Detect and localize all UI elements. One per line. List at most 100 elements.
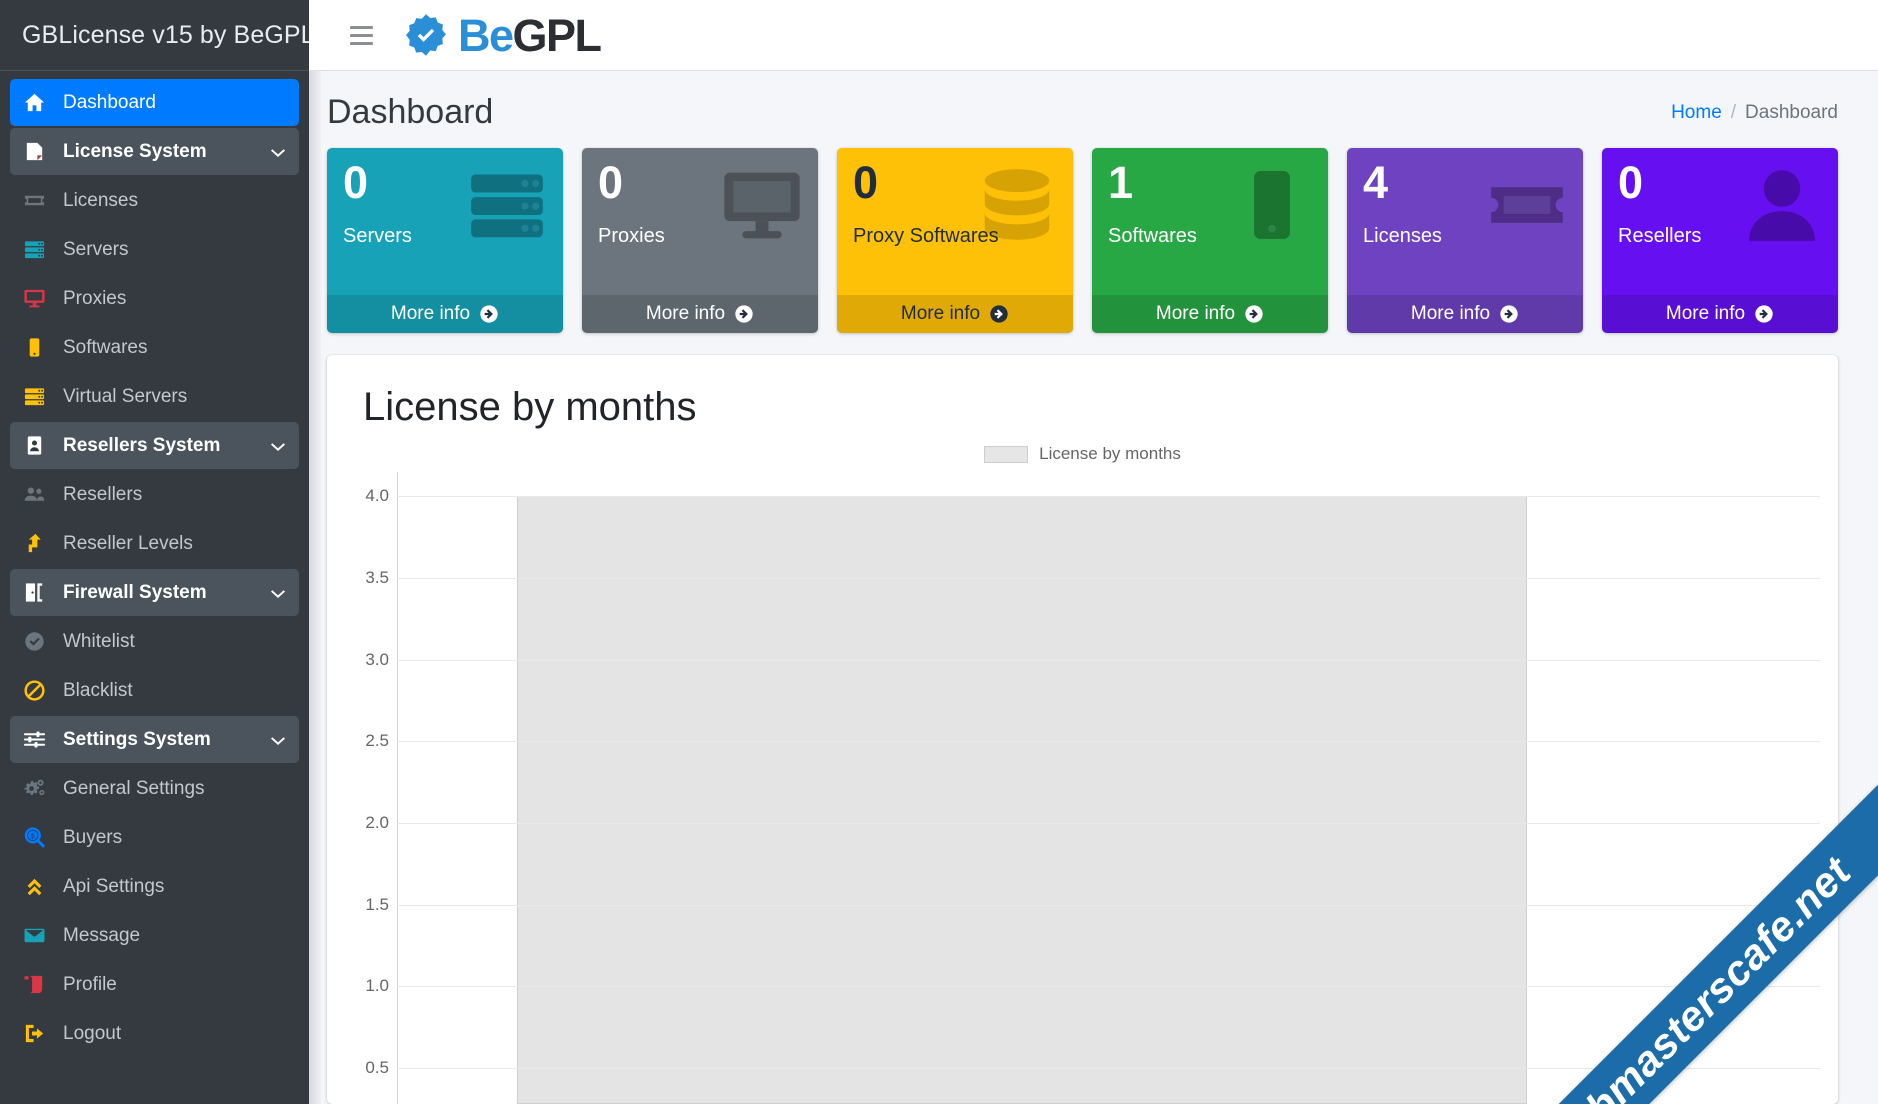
chevron-down-icon[interactable]: [270, 144, 286, 160]
id-card-icon: [23, 434, 54, 458]
sidebar-item-resellers-system[interactable]: Resellers System: [10, 422, 299, 469]
angle-double-up-icon: [23, 875, 54, 899]
sidebar-item-buyers[interactable]: $ Buyers: [10, 814, 299, 861]
sidebar-item-servers[interactable]: Servers: [10, 226, 299, 273]
stat-card-more-info-button[interactable]: More info: [582, 295, 818, 333]
more-info-label: More info: [1665, 303, 1746, 324]
stat-cards: 0 Servers More info 0 Proxies More info 0 Proxy…: [309, 142, 1878, 333]
sidebar-item-licenses[interactable]: Licenses: [10, 177, 299, 224]
chart-panel: License by months License by months 4.0 3…: [327, 355, 1838, 1104]
sidebar-item-whitelist[interactable]: Whitelist: [10, 618, 299, 665]
stat-card-caption: Servers: [343, 225, 412, 247]
arrow-circle-right-icon: [1244, 304, 1264, 324]
breadcrumb-current: Dashboard: [1745, 101, 1838, 123]
sidebar-item-logout[interactable]: Logout: [10, 1010, 299, 1057]
sidebar-item-license-system[interactable]: License System: [10, 128, 299, 175]
svg-text:$: $: [31, 832, 35, 840]
arrow-circle-right-icon: [479, 304, 499, 324]
stat-card-resellers[interactable]: 0 Resellers More info: [1602, 148, 1838, 333]
ban-icon: [23, 679, 54, 703]
desktop-icon: [23, 287, 54, 311]
stat-card-proxies[interactable]: 0 Proxies More info: [582, 148, 818, 333]
sign-out-icon: [23, 1022, 54, 1046]
stat-card-servers[interactable]: 0 Servers More info: [327, 148, 563, 333]
sidebar-item-label: Proxies: [63, 287, 127, 309]
chart-area: License by months 4.0 3.5 3.0 2.5 2.0 1.5 1.0 0…: [327, 444, 1838, 1104]
sidebar-item-label: Api Settings: [63, 875, 165, 897]
breadcrumb: Home / Dashboard: [1671, 102, 1838, 124]
stat-card-more-info-button[interactable]: More info: [1347, 295, 1583, 333]
chart-y-tick-label: 4.0: [365, 486, 389, 506]
chart-y-tick-label: 2.0: [365, 813, 389, 833]
stat-card-caption: Proxy Softwares: [853, 225, 999, 247]
chart-gridline: [397, 496, 1820, 498]
sidebar-item-reseller-levels[interactable]: Reseller Levels: [10, 520, 299, 567]
chart-gridline: [397, 1068, 1820, 1070]
sidebar-item-dashboard[interactable]: Dashboard: [10, 79, 299, 126]
sidebar-item-api-settings[interactable]: Api Settings: [10, 863, 299, 910]
sidebar-item-label: Reseller Levels: [63, 532, 193, 554]
sliders-icon: [23, 728, 54, 752]
sidebar-item-label: General Settings: [63, 777, 205, 799]
content-scrollbar[interactable]: [309, 71, 321, 1104]
sidebar-item-softwares[interactable]: Softwares: [10, 324, 299, 371]
chart-bar[interactable]: [517, 496, 1527, 1104]
chart-legend[interactable]: License by months: [327, 444, 1838, 464]
stat-card-body: 0 Servers: [327, 148, 563, 295]
arrow-circle-right-icon: [1499, 304, 1519, 324]
logo-text-gpl: GPL: [512, 9, 603, 61]
stat-card-proxy-softwares[interactable]: 0 Proxy Softwares More info: [837, 148, 1073, 333]
chevron-down-icon[interactable]: [270, 438, 286, 454]
sidebar-item-label: Blacklist: [63, 679, 133, 701]
chart-y-tick-label: 3.0: [365, 649, 389, 669]
mobile-icon: [23, 336, 54, 360]
stat-card-body: 1 Softwares: [1092, 148, 1328, 295]
sidebar-item-message[interactable]: Message: [10, 912, 299, 959]
sidebar-item-firewall-system[interactable]: Firewall System: [10, 569, 299, 616]
stat-card-softwares[interactable]: 1 Softwares More info: [1092, 148, 1328, 333]
stat-card-more-info-button[interactable]: More info: [837, 295, 1073, 333]
more-info-label: More info: [1155, 303, 1236, 324]
sidebar-item-profile[interactable]: Profile: [10, 961, 299, 1008]
firewall-icon: [23, 581, 54, 605]
sidebar-item-resellers[interactable]: Resellers: [10, 471, 299, 518]
more-info-label: More info: [645, 303, 726, 324]
stat-card-body: 4 Licenses: [1347, 148, 1583, 295]
file-icon: [23, 140, 54, 164]
stat-card-body: 0 Proxy Softwares: [837, 148, 1073, 295]
chart-gridline: [397, 741, 1820, 743]
sidebar-item-label: Profile: [63, 973, 117, 995]
sidebar-item-blacklist[interactable]: Blacklist: [10, 667, 299, 714]
sidebar-item-label: Softwares: [63, 336, 148, 358]
sidebar-item-settings-system[interactable]: Settings System: [10, 716, 299, 763]
stat-card-more-info-button[interactable]: More info: [1602, 295, 1838, 333]
sidebar-item-general-settings[interactable]: General Settings: [10, 765, 299, 812]
stat-card-licenses[interactable]: 4 Licenses More info: [1347, 148, 1583, 333]
stat-card-caption: Softwares: [1108, 225, 1197, 247]
sidebar-brand[interactable]: GBLicense v15 by BeGPL: [0, 0, 309, 71]
scroll-icon: [23, 973, 54, 997]
more-info-label: More info: [1410, 303, 1491, 324]
begpl-logo[interactable]: BeGPL: [403, 9, 603, 61]
sidebar-item-label: Virtual Servers: [63, 385, 188, 407]
chart-gridline: [397, 904, 1820, 906]
sidebar-item-label: Whitelist: [63, 630, 135, 652]
virtual-server-icon: [23, 385, 54, 409]
breadcrumb-home[interactable]: Home: [1671, 102, 1722, 124]
sidebar-item-virtual-servers[interactable]: Virtual Servers: [10, 373, 299, 420]
chart-y-tick-label: 0.5: [365, 1058, 389, 1078]
chart-y-tick-label: 3.5: [365, 568, 389, 588]
chart-legend-swatch: [984, 445, 1029, 463]
envelope-icon: [23, 924, 54, 948]
stat-card-more-info-button[interactable]: More info: [1092, 295, 1328, 333]
chevron-down-icon[interactable]: [270, 732, 286, 748]
bars-icon[interactable]: [341, 15, 381, 55]
logo-text: BeGPL: [458, 9, 603, 61]
content-header: Dashboard Home / Dashboard: [309, 71, 1878, 142]
sidebar-item-label: Resellers System: [63, 434, 221, 456]
sidebar-item-proxies[interactable]: Proxies: [10, 275, 299, 322]
sidebar-item-label: Firewall System: [63, 581, 207, 603]
chart-gridline: [397, 986, 1820, 988]
chevron-down-icon[interactable]: [270, 585, 286, 601]
stat-card-more-info-button[interactable]: More info: [327, 295, 563, 333]
